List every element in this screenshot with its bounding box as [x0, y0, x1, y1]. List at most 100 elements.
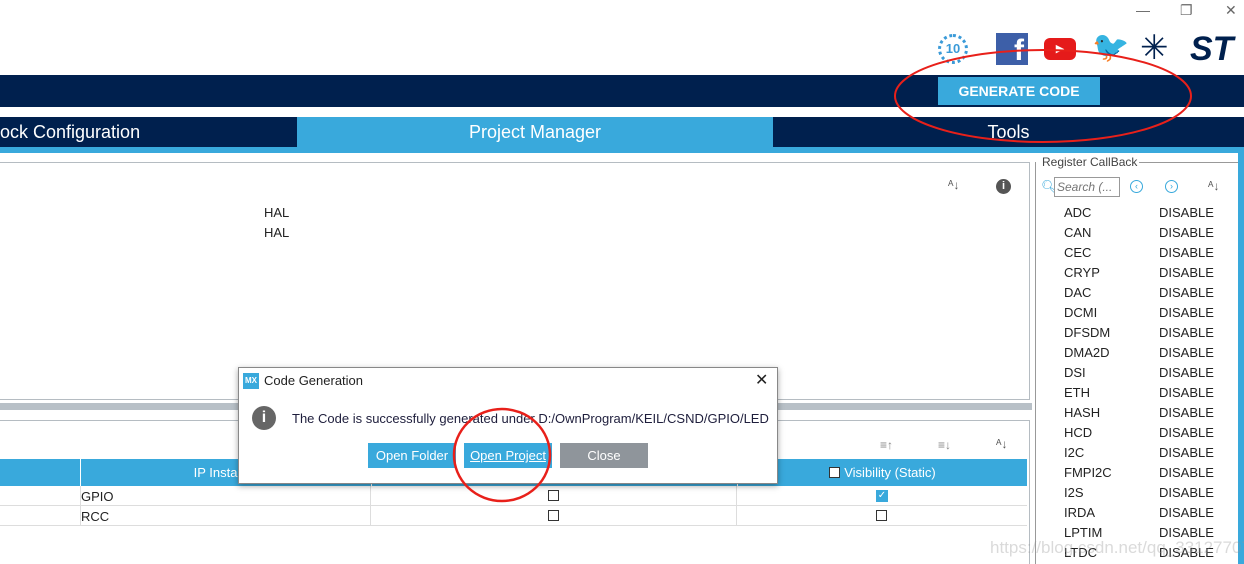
right-border: [1238, 147, 1244, 564]
dialog-title: Code Generation: [264, 373, 364, 388]
callback-value[interactable]: DISABLE: [1159, 325, 1214, 340]
callback-name: CAN: [1064, 225, 1092, 240]
visibility-all-checkbox[interactable]: [829, 467, 841, 478]
callback-value[interactable]: DISABLE: [1159, 365, 1214, 380]
callback-value[interactable]: DISABLE: [1159, 305, 1214, 320]
callback-value[interactable]: DISABLE: [1159, 405, 1214, 420]
callback-value[interactable]: DISABLE: [1159, 385, 1214, 400]
callback-name: I2S: [1064, 485, 1084, 500]
visibility-checkbox[interactable]: [876, 510, 887, 521]
youtube-icon[interactable]: ▶: [1044, 38, 1076, 60]
callback-item[interactable]: CRYP DISABLE: [1064, 265, 1214, 280]
callback-item[interactable]: I2S DISABLE: [1064, 485, 1214, 500]
callback-item[interactable]: HASH DISABLE: [1064, 405, 1214, 420]
callback-name: CRYP: [1064, 265, 1100, 280]
callback-value[interactable]: DISABLE: [1159, 505, 1214, 520]
callback-value[interactable]: DISABLE: [1159, 265, 1214, 280]
callback-value[interactable]: DISABLE: [1159, 285, 1214, 300]
callback-item[interactable]: CAN DISABLE: [1064, 225, 1214, 240]
restore-button[interactable]: ❐: [1180, 2, 1193, 19]
sort-az-icon[interactable]: ᴬ↓: [1208, 179, 1219, 193]
sort-az-icon[interactable]: ᴬ↓: [948, 178, 959, 192]
callback-item[interactable]: ETH DISABLE: [1064, 385, 1214, 400]
row-checkbox[interactable]: [548, 490, 559, 501]
network-icon[interactable]: ✳: [1140, 30, 1169, 66]
callback-name: CEC: [1064, 245, 1092, 260]
previous-icon[interactable]: ‹: [1130, 180, 1143, 193]
open-folder-button[interactable]: Open Folder: [368, 443, 456, 468]
tab-project-manager[interactable]: Project Manager: [297, 117, 773, 147]
callback-name: DFSDM: [1064, 325, 1111, 340]
twitter-icon[interactable]: 🐦: [1092, 30, 1129, 65]
next-icon[interactable]: ›: [1165, 180, 1178, 193]
callback-item[interactable]: FMPI2C DISABLE: [1064, 465, 1214, 480]
visibility-checkbox-checked[interactable]: ✓: [876, 490, 888, 502]
collapse-icon[interactable]: ≡↓: [938, 438, 951, 452]
anniversary-10-icon[interactable]: 10: [938, 34, 968, 64]
dialog-close-icon[interactable]: ✕: [755, 370, 768, 390]
info-icon[interactable]: i: [996, 179, 1011, 194]
table-body: GPIO ✓ RCC: [0, 486, 1027, 526]
minimize-button[interactable]: —: [1136, 2, 1150, 18]
callback-item[interactable]: CEC DISABLE: [1064, 245, 1214, 260]
table-row[interactable]: GPIO ✓: [0, 486, 1027, 506]
callback-item[interactable]: DFSDM DISABLE: [1064, 325, 1214, 340]
project-settings-panel: [0, 162, 1030, 400]
sort-az-icon[interactable]: ᴬ↓: [996, 437, 1007, 451]
callback-title: Register CallBack: [1040, 155, 1140, 169]
close-button[interactable]: Close: [560, 443, 648, 468]
callback-value[interactable]: DISABLE: [1159, 485, 1214, 500]
hal-value: HAL: [264, 205, 290, 220]
callback-item[interactable]: DAC DISABLE: [1064, 285, 1214, 300]
facebook-icon[interactable]: f: [996, 33, 1028, 67]
open-project-button[interactable]: Open Project: [464, 443, 552, 468]
callback-item[interactable]: ADC DISABLE: [1064, 205, 1214, 220]
register-callback-panel: [1035, 162, 1238, 564]
callback-value[interactable]: DISABLE: [1159, 465, 1214, 480]
callback-value[interactable]: DISABLE: [1159, 245, 1214, 260]
dialog-message: The Code is successfully generated under…: [292, 411, 769, 426]
callback-value[interactable]: DISABLE: [1159, 445, 1214, 460]
callback-name: FMPI2C: [1064, 465, 1112, 480]
watermark: https://blog.csdn.net/qq_33127707: [990, 538, 1244, 557]
callback-item[interactable]: DMA2D DISABLE: [1064, 345, 1214, 360]
col-label: Visibility (Static): [844, 465, 936, 480]
tab-label: Tools: [987, 121, 1030, 142]
callback-name: DSI: [1064, 365, 1086, 380]
close-window-button[interactable]: ✕: [1225, 2, 1237, 19]
hal-value: HAL: [264, 225, 290, 240]
callback-name: ADC: [1064, 205, 1092, 220]
callback-name: DMA2D: [1064, 345, 1110, 360]
row-name: GPIO: [81, 489, 114, 504]
callback-value[interactable]: DISABLE: [1159, 425, 1214, 440]
tab-label: ock Configuration: [0, 121, 141, 142]
callback-search-input[interactable]: [1054, 177, 1120, 197]
callback-item[interactable]: DCMI DISABLE: [1064, 305, 1214, 320]
callback-value[interactable]: DISABLE: [1159, 345, 1214, 360]
col-visibility[interactable]: Visibility (Static): [737, 459, 1027, 486]
callback-item[interactable]: I2C DISABLE: [1064, 445, 1214, 460]
row-checkbox[interactable]: [548, 510, 559, 521]
callback-name: IRDA: [1064, 505, 1096, 520]
callback-name: DCMI: [1064, 305, 1098, 320]
tab-underline: [0, 147, 1244, 153]
generate-code-button[interactable]: GENERATE CODE: [938, 77, 1100, 105]
st-logo[interactable]: ST: [1190, 30, 1233, 69]
mx-logo: MX: [243, 373, 259, 389]
callback-name: ETH: [1064, 385, 1090, 400]
callback-value[interactable]: DISABLE: [1159, 205, 1214, 220]
callback-item[interactable]: IRDA DISABLE: [1064, 505, 1214, 520]
callback-name: DAC: [1064, 285, 1092, 300]
expand-icon[interactable]: ≡↑: [880, 438, 893, 452]
callback-value[interactable]: DISABLE: [1159, 225, 1214, 240]
tab-tools[interactable]: Tools: [773, 117, 1244, 147]
callback-item[interactable]: DSI DISABLE: [1064, 365, 1214, 380]
tab-label: Project Manager: [468, 121, 602, 142]
tab-clock-configuration[interactable]: ock Configuration: [0, 117, 297, 147]
callback-name: I2C: [1064, 445, 1085, 460]
callback-name: HASH: [1064, 405, 1101, 420]
row-name: RCC: [81, 509, 110, 524]
info-icon: i: [252, 406, 276, 430]
callback-item[interactable]: HCD DISABLE: [1064, 425, 1214, 440]
table-row[interactable]: RCC: [0, 506, 1027, 526]
